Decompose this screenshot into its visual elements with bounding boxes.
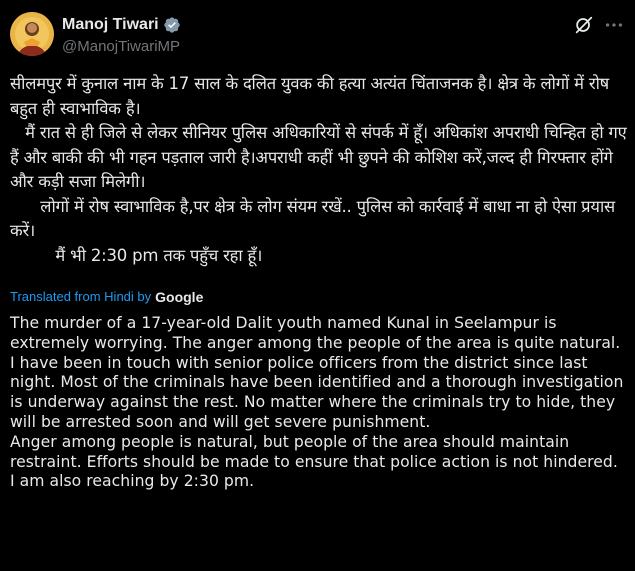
translation-paragraph: The murder of a 17-year-old Dalit youth … [10, 314, 621, 352]
more-options-icon[interactable] [603, 14, 625, 36]
avatar-image [10, 12, 54, 56]
author-name-link[interactable]: Manoj Tiwari [62, 15, 181, 35]
grok-icon[interactable] [573, 14, 595, 36]
translation-paragraph: I have been in touch with senior police … [10, 353, 624, 431]
translation-paragraph: Anger among people is natural, but peopl… [10, 432, 618, 471]
translation-paragraph: I am also reaching by 2:30 pm. [10, 472, 255, 491]
post-original-text: सीलमपुर में कुनाल नाम के 17 साल के दलित … [10, 74, 627, 265]
author-handle[interactable]: @ManojTiwariMP [62, 37, 181, 57]
post-card: Manoj Tiwari @ManojTiwariMP सीलमपुर में … [0, 0, 635, 571]
post-header: Manoj Tiwari @ManojTiwariMP [10, 10, 625, 58]
verified-badge-icon [163, 16, 181, 34]
translated-from-hindi-link[interactable]: Translated from Hindi by [10, 287, 151, 307]
google-logo: Google [155, 289, 204, 305]
author-display-name: Manoj Tiwari [62, 16, 159, 33]
translation-attribution: Translated from Hindi by Google [10, 287, 203, 307]
author-block: Manoj Tiwari @ManojTiwariMP [62, 14, 181, 57]
post-translated-text: The murder of a 17-year-old Dalit youth … [10, 314, 630, 492]
avatar[interactable] [10, 12, 54, 56]
